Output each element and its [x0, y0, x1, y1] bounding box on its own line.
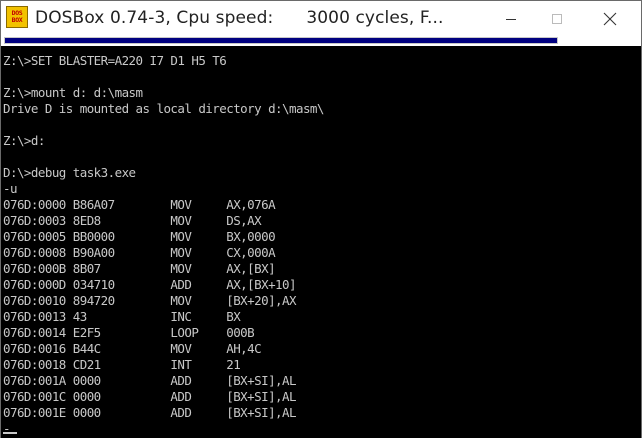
close-button[interactable]: [587, 1, 633, 37]
icon-text-bottom: BOX: [11, 16, 23, 24]
console-line: 076D:0005 BB0000 MOV BX,0000: [3, 229, 276, 244]
console-line: 076D:0018 CD21 INT 21: [3, 357, 241, 372]
maximize-button[interactable]: [534, 1, 580, 37]
console-line: 076D:0010 894720 MOV [BX+20],AX: [3, 293, 297, 308]
console-line: Z:\>d:: [3, 133, 45, 148]
console-line: -u: [3, 181, 18, 196]
console-line: D:\>debug task3.exe: [3, 165, 136, 180]
console-line: 076D:001E 0000 ADD [BX+SI],AL: [3, 405, 297, 420]
console-line: Z:\>SET BLASTER=A220 I7 D1 H5 T6: [3, 53, 227, 68]
console-line: Z:\>mount d: d:\masm: [3, 85, 143, 100]
dos-screen[interactable]: Z:\>SET BLASTER=A220 I7 D1 H5 T6 Z:\>moun…: [1, 46, 641, 438]
window-title: DOSBox 0.74-3, Cpu speed: 3000 cycles, F…: [35, 8, 444, 28]
console-line: -: [3, 421, 11, 436]
console-output: Z:\>SET BLASTER=A220 I7 D1 H5 T6 Z:\>moun…: [3, 53, 324, 437]
maximize-icon: [552, 14, 562, 24]
minimize-icon: [506, 19, 516, 20]
minimize-button[interactable]: [488, 1, 534, 37]
console-line: 076D:001A 0000 ADD [BX+SI],AL: [3, 373, 297, 388]
dosbox-status-bar: [4, 37, 558, 44]
close-icon: [603, 12, 617, 26]
dosbox-window: DOS BOX DOSBox 0.74-3, Cpu speed: 3000 c…: [0, 0, 642, 438]
text-cursor: [3, 432, 17, 434]
console-line: 076D:0016 B44C MOV AH,4C: [3, 341, 262, 356]
console-line: 076D:001C 0000 ADD [BX+SI],AL: [3, 389, 297, 404]
console-line: 076D:0003 8ED8 MOV DS,AX: [3, 213, 262, 228]
title-bar[interactable]: DOS BOX DOSBox 0.74-3, Cpu speed: 3000 c…: [1, 1, 641, 37]
console-line: 076D:000B 8B07 MOV AX,[BX]: [3, 261, 276, 276]
console-line: 076D:0008 B90A00 MOV CX,000A: [3, 245, 276, 260]
console-line: 076D:0014 E2F5 LOOP 000B: [3, 325, 255, 340]
console-line: Drive D is mounted as local directory d:…: [3, 101, 324, 116]
console-line: 076D:0013 43 INC BX: [3, 309, 241, 324]
console-line: 076D:000D 034710 ADD AX,[BX+10]: [3, 277, 297, 292]
dosbox-icon[interactable]: DOS BOX: [6, 6, 28, 28]
console-line: 076D:0000 B86A07 MOV AX,076A: [3, 197, 276, 212]
